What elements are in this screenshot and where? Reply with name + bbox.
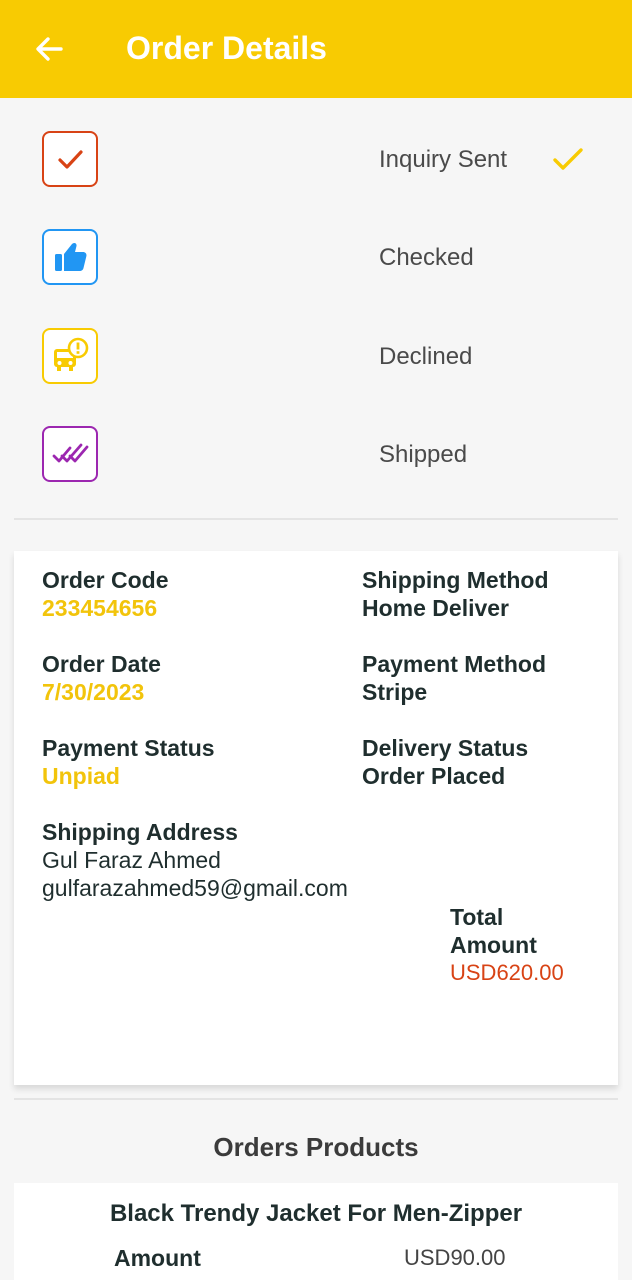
status-label: Checked (379, 244, 474, 271)
shipping-method-field: Shipping Method Home Deliver (362, 566, 549, 622)
total-amount-value: USD620.00 (450, 960, 564, 985)
total-amount-field: Total Amount USD620.00 (450, 903, 564, 987)
order-info-card: Order Code 233454656 Shipping Method Hom… (14, 551, 618, 1085)
delivery-status-value: Order Placed (362, 763, 506, 789)
order-date-label: Order Date (42, 651, 161, 677)
truck-alert-icon (54, 337, 89, 371)
status-icon-box (42, 328, 98, 384)
double-check-icon (52, 443, 89, 463)
product-name: Black Trendy Jacket For Men-Zipper (109, 1200, 523, 1227)
order-date-value: 7/30/2023 (42, 679, 145, 705)
status-step-inquiry-sent: Inquiry Sent (0, 131, 632, 191)
thumbs-up-icon (55, 242, 87, 271)
status-step-declined: Declined (0, 328, 632, 388)
status-icon-box (42, 131, 98, 187)
payment-status-value: Unpiad (42, 763, 120, 789)
status-label: Inquiry Sent (379, 146, 508, 173)
product-amount-label: Amount (114, 1245, 201, 1271)
status-icon-box (42, 426, 98, 482)
payment-method-label: Payment Method (362, 651, 547, 677)
payment-method-value: Stripe (362, 679, 428, 705)
delivery-status-field: Delivery Status Order Placed (362, 734, 528, 790)
address-email: gulfarazahmed59@gmail.com (42, 875, 348, 901)
payment-status-label: Payment Status (42, 735, 215, 761)
payment-status-field: Payment Status Unpiad (42, 734, 215, 790)
app-bar: Order Details (0, 0, 632, 98)
completed-check-icon (553, 148, 583, 170)
payment-method-field: Payment Method Stripe (362, 650, 546, 706)
order-date-field: Order Date 7/30/2023 (42, 650, 161, 706)
status-step-checked: Checked (0, 229, 632, 289)
products-section-title: Orders Products (213, 1132, 419, 1162)
status-step-shipped: Shipped (0, 426, 632, 486)
shipping-method-label: Shipping Method (362, 567, 549, 593)
address-name: Gul Faraz Ahmed (42, 847, 221, 873)
total-label-line1: Total (450, 904, 504, 930)
page-title: Order Details (126, 30, 327, 66)
product-amount-value: USD90.00 (404, 1245, 506, 1270)
order-code-value: 233454656 (42, 595, 158, 621)
shipping-address-label: Shipping Address (42, 819, 238, 845)
divider (14, 518, 618, 520)
check-icon (58, 150, 83, 169)
back-button[interactable] (22, 24, 76, 74)
order-code-label: Order Code (42, 567, 169, 593)
divider (14, 1098, 618, 1100)
delivery-status-label: Delivery Status (362, 735, 529, 761)
total-label-line2: Amount (450, 932, 537, 958)
product-item[interactable]: Black Trendy Jacket For Men-Zipper Amoun… (14, 1183, 618, 1280)
status-icon-box (42, 229, 98, 285)
shipping-address-field: Shipping Address Gul Faraz Ahmed gulfara… (42, 818, 348, 902)
arrow-left-icon (36, 37, 63, 61)
status-label: Declined (379, 343, 473, 370)
status-label: Shipped (379, 441, 468, 468)
order-code-field: Order Code 233454656 (42, 566, 169, 622)
shipping-method-value: Home Deliver (362, 595, 510, 621)
